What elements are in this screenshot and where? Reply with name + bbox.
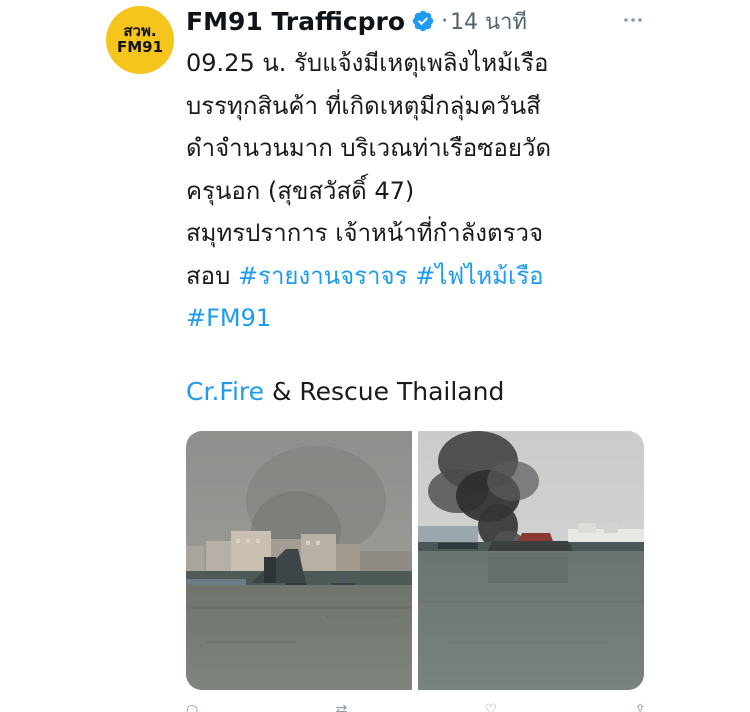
retweet-icon[interactable]: ⇄	[335, 702, 347, 712]
hashtag-boat-fire[interactable]: #ไฟไหม้เรือ	[415, 262, 543, 290]
ellipsis-icon	[624, 18, 642, 22]
tweet-text: 09.25 น. รับแจ้งมีเหตุเพลิงไหม้เรือ บรรท…	[186, 42, 656, 340]
verified-badge-icon	[412, 10, 434, 32]
hashtag-traffic-report[interactable]: #รายงานจราจร	[238, 262, 408, 290]
more-options-icon[interactable]	[618, 8, 648, 34]
media-grid	[186, 431, 644, 690]
separator-dot: ·	[441, 8, 449, 34]
timestamp[interactable]: 14 นาที	[450, 4, 527, 39]
tweet-text-line: 09.25 น. รับแจ้งมีเหตุเพลิงไหม้เรือ	[186, 49, 549, 77]
fire-scene-svg	[418, 431, 644, 690]
tweet-text-line: #FM91	[186, 297, 656, 340]
tweet-text-prefix: สอบ	[186, 261, 238, 290]
tweet-text-line: ดำจำนวนมาก บริเวณท่าเรือซอยวัด	[186, 134, 552, 162]
river-harbor-hazy-photo[interactable]	[186, 431, 412, 690]
hashtag-fm91[interactable]: #FM91	[186, 304, 271, 332]
harbor-scene-svg	[186, 431, 412, 690]
ship-fire-smoke-photo[interactable]	[418, 431, 644, 690]
tweet-actions: ○ ⇄ ♡ ⇪	[186, 700, 646, 712]
credit-text: & Rescue Thailand	[264, 377, 505, 406]
avatar[interactable]: สวพ. FM91	[106, 6, 174, 74]
tweet-header: FM91 Trafficpro · 14 นาที	[186, 4, 527, 38]
tweet-text-line: บรรทุกสินค้า ที่เกิดเหตุมีกลุ่มควันสี	[186, 91, 541, 120]
credit-link[interactable]: Cr.Fire	[186, 377, 264, 406]
tweet-text-line: ครุนอก (สุขสวัสดิ์ 47)	[186, 176, 415, 205]
account-name[interactable]: FM91 Trafficpro	[186, 7, 405, 36]
tweet-card: สวพ. FM91 FM91 Trafficpro · 14 นาที 09.2…	[0, 0, 750, 712]
reply-icon[interactable]: ○	[186, 702, 198, 712]
avatar-text-line2: FM91	[116, 38, 164, 56]
like-icon[interactable]: ♡	[484, 702, 497, 712]
credit-line: Cr.Fire & Rescue Thailand	[186, 377, 504, 406]
tweet-text-line: สอบ #รายงานจราจร #ไฟไหม้เรือ	[186, 255, 656, 298]
share-icon[interactable]: ⇪	[634, 702, 646, 712]
tweet-text-line: สมุทรปราการ เจ้าหน้าที่กำลังตรวจ	[186, 219, 544, 247]
